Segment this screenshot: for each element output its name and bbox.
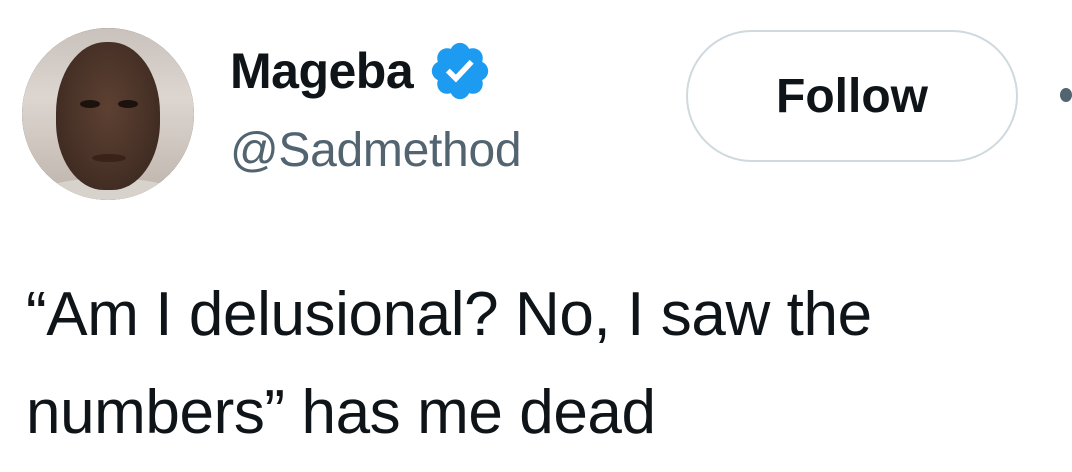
author-avatar[interactable] xyxy=(22,28,194,200)
author-name-row: Mageba xyxy=(230,38,493,104)
avatar-mouth xyxy=(92,154,126,162)
author-handle[interactable]: @Sadmethod xyxy=(230,122,522,180)
avatar-right-eye xyxy=(118,100,138,108)
follow-button[interactable]: Follow xyxy=(686,30,1018,162)
avatar-face xyxy=(56,42,160,190)
tweet-text: “Am I delusional? No, I saw the numbers”… xyxy=(26,280,872,447)
more-dots-icon[interactable] xyxy=(1060,88,1072,102)
author-display-name[interactable]: Mageba xyxy=(230,46,414,96)
avatar-left-eye xyxy=(80,100,100,108)
tweet-card: Mageba @Sadmethod Follow “Am I delusiona… xyxy=(0,0,1072,472)
verified-badge-icon[interactable] xyxy=(427,38,493,104)
